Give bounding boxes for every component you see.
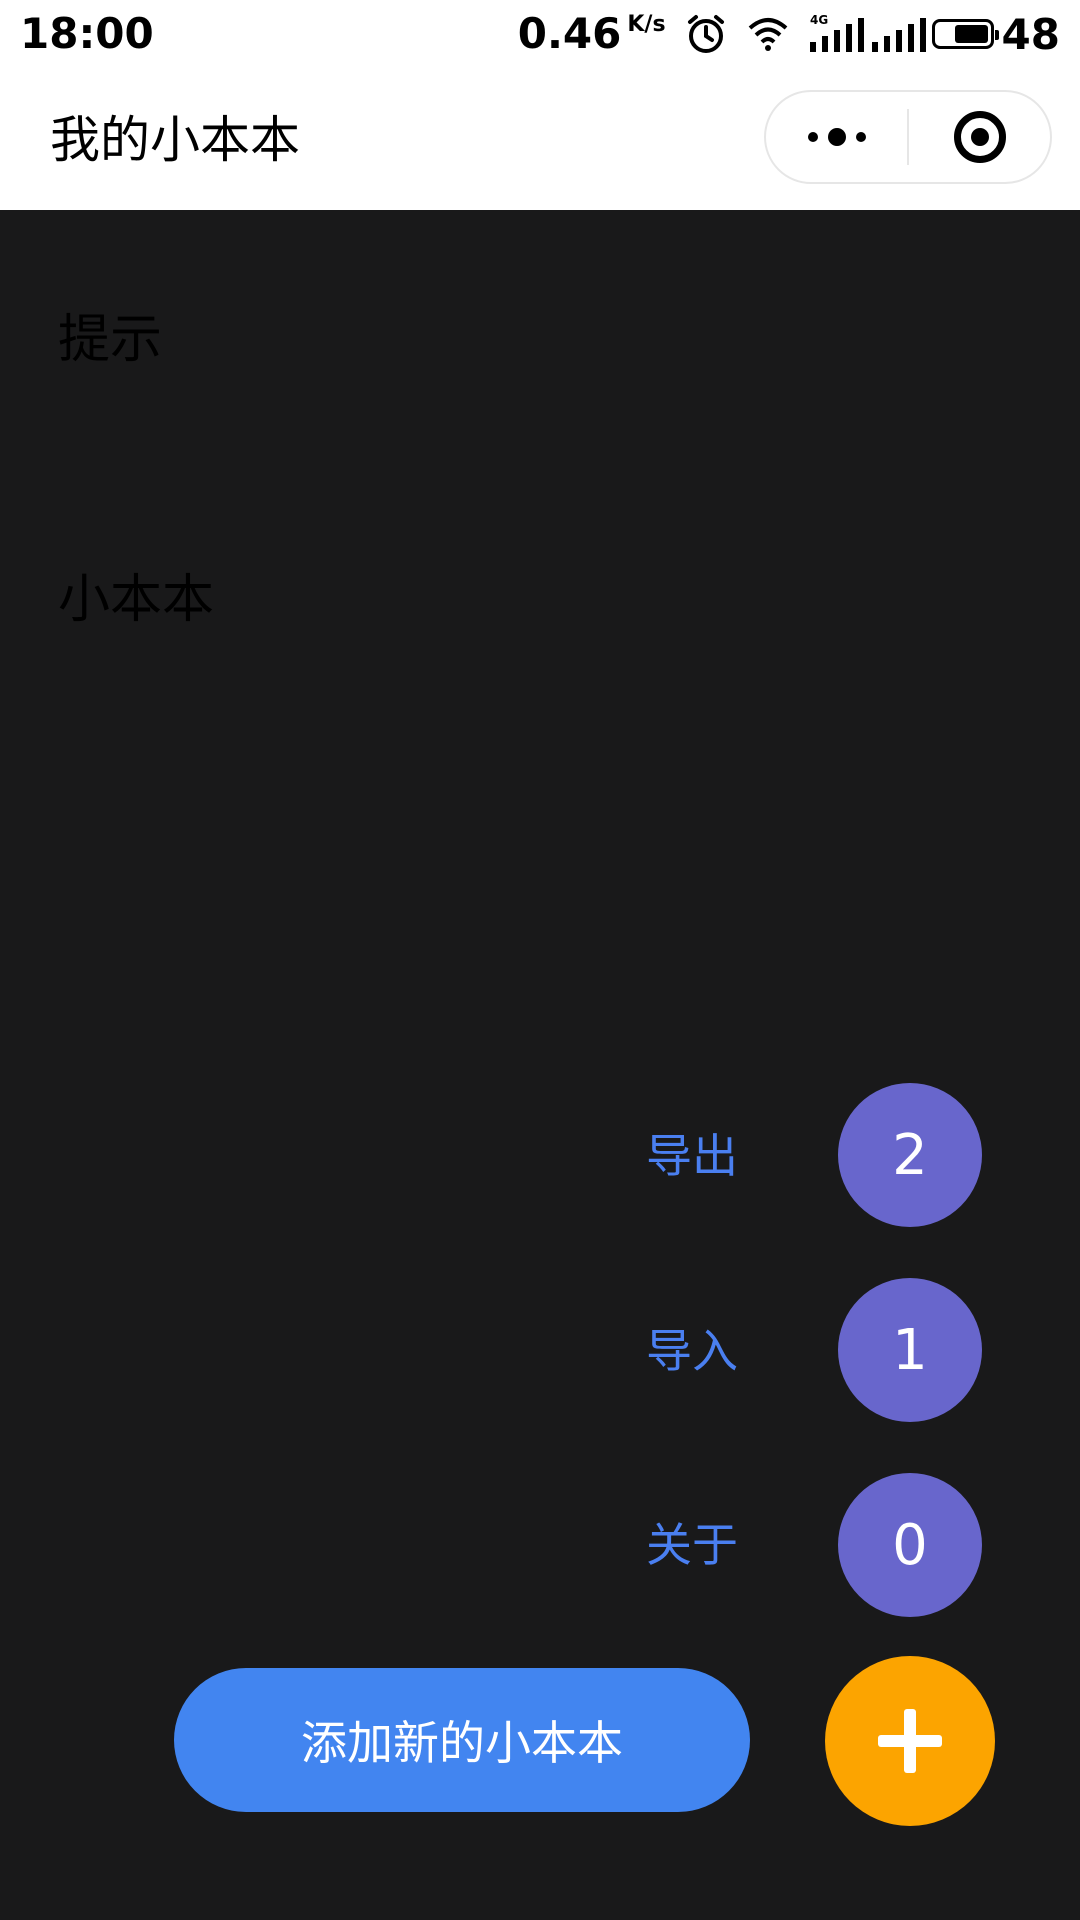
target-icon	[953, 111, 1006, 163]
nav-header: 我的小本本	[0, 70, 1080, 210]
page-title: 我的小本本	[50, 111, 300, 169]
status-time: 18:00	[20, 9, 154, 58]
add-new-book-button[interactable]: 添加新的小本本	[174, 1668, 750, 1812]
status-indicators: 0.46 K/s 4G 48	[518, 8, 1060, 60]
more-button[interactable]	[766, 92, 907, 182]
about-label[interactable]: 关于	[646, 1515, 738, 1575]
export-button[interactable]: 2	[838, 1083, 982, 1227]
battery-icon	[931, 19, 999, 49]
about-button[interactable]: 0	[838, 1473, 982, 1617]
signal-4g-icon: 4G	[808, 12, 864, 56]
alarm-icon	[684, 12, 728, 56]
wifi-icon	[746, 12, 790, 56]
hint-title: 提示	[58, 310, 163, 370]
plus-icon	[878, 1709, 942, 1773]
capsule-menu	[764, 90, 1052, 184]
network-type-label: 4G	[810, 13, 828, 27]
book-section-title: 小本本	[58, 570, 215, 630]
import-label[interactable]: 导入	[646, 1321, 738, 1381]
import-button[interactable]: 1	[838, 1278, 982, 1422]
more-dots-icon	[807, 128, 866, 146]
status-bar: 18:00 0.46 K/s 4G 48	[0, 0, 1080, 70]
battery-indicator: 48	[931, 9, 1060, 59]
network-speed-value: 0.46	[517, 9, 622, 58]
close-miniprogram-button[interactable]	[909, 92, 1050, 182]
battery-level: 48	[1001, 9, 1060, 59]
fab-toggle-button[interactable]	[825, 1656, 995, 1826]
network-speed: 0.46 K/s	[518, 8, 666, 60]
signal-icon	[870, 12, 926, 56]
network-speed-unit: K/s	[627, 12, 666, 37]
export-label[interactable]: 导出	[646, 1126, 738, 1186]
